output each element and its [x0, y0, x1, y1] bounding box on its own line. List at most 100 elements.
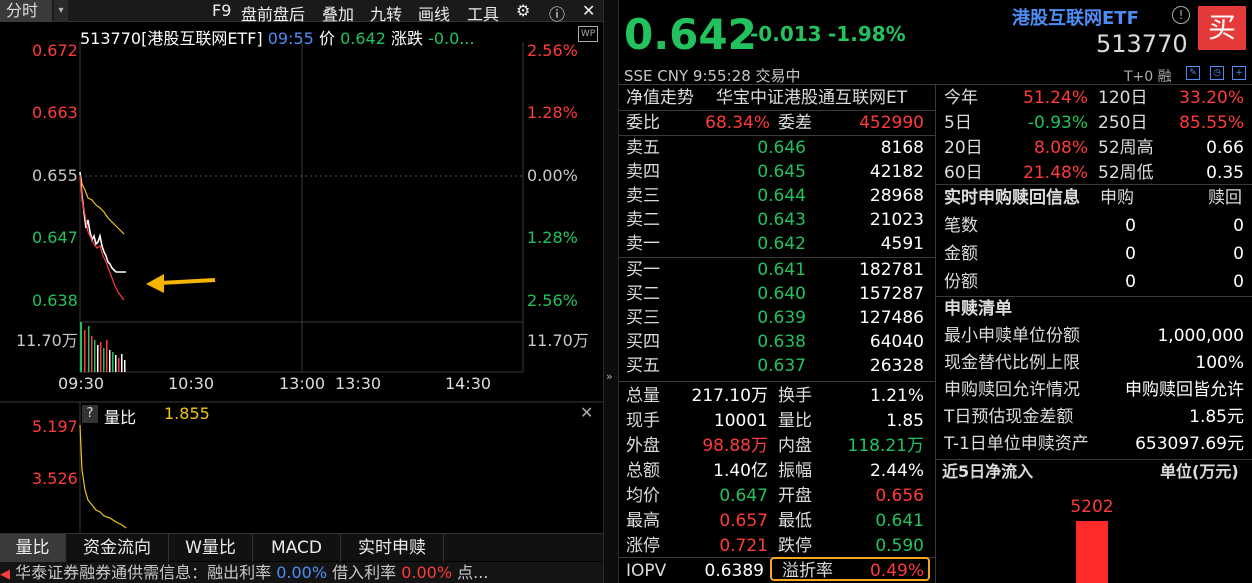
speaker-icon: ◀ [0, 567, 10, 582]
performance-row: 20日 8.08% 52周高 0.66 [944, 136, 1248, 160]
creation-list-row: T-1日单位申赎资产 653097.69元 [944, 432, 1244, 456]
perf-label: 今年 [944, 88, 978, 108]
bid-price: 0.639 [757, 308, 806, 328]
realtime-redeem: 0 [1233, 272, 1244, 292]
realtime-row: 份额 0 0 [944, 270, 1248, 294]
stat-label: 最高 [626, 511, 660, 531]
stat-label: 内盘 [778, 436, 812, 456]
bid-label: 买二 [626, 284, 660, 304]
add-icon[interactable]: + [1232, 66, 1246, 80]
ask-price: 0.645 [757, 162, 806, 182]
stat-row: 涨停 0.721 跌停 0.590 [626, 534, 926, 558]
tab-macd[interactable]: MACD [253, 534, 341, 562]
premium-highlight-box [770, 557, 930, 581]
stat-row: 均价 0.647 开盘 0.656 [626, 484, 926, 508]
realtime-row: 笔数 0 0 [944, 214, 1248, 238]
list-label: 现金替代比例上限 [944, 353, 1080, 373]
perf-label: 120日 [1098, 88, 1148, 108]
ask-volume: 8168 [880, 138, 924, 158]
perf-label: 60日 [944, 163, 983, 183]
list-value: 1,000,000 [1157, 326, 1244, 346]
stat-value: 2.44% [869, 461, 924, 481]
stat-value: 10001 [713, 411, 768, 431]
ask-row[interactable]: 卖五 0.646 8168 [626, 136, 926, 160]
intraday-chart [0, 42, 603, 533]
ask-price: 0.644 [757, 186, 806, 206]
bid-price: 0.641 [757, 260, 806, 280]
tab-realtime-creation[interactable]: 实时申赎 [341, 534, 444, 562]
creation-list-row: T日预估现金差额 1.85元 [944, 405, 1244, 429]
ask-volume: 21023 [869, 210, 924, 230]
perf-label: 20日 [944, 138, 983, 158]
ask-label: 卖四 [626, 162, 660, 182]
stat-row: 现手 10001 量比 1.85 [626, 409, 926, 433]
bid-row[interactable]: 买二 0.640 157287 [626, 282, 926, 306]
stat-value: 118.21万 [847, 436, 924, 456]
list-value: 100% [1195, 353, 1244, 373]
stat-label: 总额 [626, 461, 660, 481]
stat-label: 最低 [778, 511, 812, 531]
perf-value: 33.20% [1179, 88, 1244, 108]
stat-label: 跌停 [778, 536, 812, 556]
bid-row[interactable]: 买一 0.641 182781 [626, 258, 926, 282]
news-ticker[interactable]: ◀ 华泰证券融券通供需信息：融出利率 0.00% 借入利率 0.00% 点... [0, 562, 603, 583]
buy-button[interactable]: 买 [1198, 6, 1246, 50]
perf-value: 0.66 [1206, 138, 1244, 158]
ask-price: 0.646 [757, 138, 806, 158]
bid-volume: 26328 [869, 356, 924, 376]
stat-value: 98.88万 [702, 436, 768, 456]
stat-value: 0.657 [719, 511, 768, 531]
nav-trend-row[interactable]: 净值走势 华宝中证港股通互联网ET [626, 86, 932, 110]
list-header-row: 申赎清单 [944, 299, 1012, 319]
y-left-1: 0.663 [32, 103, 78, 122]
y-left-3: 0.647 [32, 228, 78, 247]
perf-value: 85.55% [1179, 113, 1244, 133]
inflow-bar [1076, 521, 1108, 583]
help-icon[interactable]: ? [82, 405, 98, 423]
arrow-annotation [146, 274, 216, 293]
sub-y-0: 5.197 [32, 417, 78, 436]
ask-row[interactable]: 卖三 0.644 28968 [626, 184, 926, 208]
realtime-subscribe: 0 [1125, 216, 1136, 236]
double-chevron-right-icon[interactable]: » [606, 370, 613, 383]
inflow-chart: 5202 [1070, 497, 1114, 583]
stat-label: 外盘 [626, 436, 660, 456]
ask-row[interactable]: 卖二 0.643 21023 [626, 208, 926, 232]
ask-row[interactable]: 卖四 0.645 42182 [626, 160, 926, 184]
bid-row[interactable]: 买四 0.638 64040 [626, 330, 926, 354]
bid-price: 0.637 [757, 356, 806, 376]
stat-label: 振幅 [778, 461, 812, 481]
sub-y-1: 3.526 [32, 469, 78, 488]
panel-separator[interactable]: » [603, 0, 619, 583]
bid-price: 0.638 [757, 332, 806, 352]
volume-scale-right: 11.70万 [527, 331, 589, 350]
realtime-label: 笔数 [944, 216, 978, 236]
inflow-header-row: 近5日净流入 单位(万元) [942, 462, 1239, 481]
tab-w-volume-ratio[interactable]: W量比 [169, 534, 253, 562]
bid-row[interactable]: 买五 0.637 26328 [626, 354, 926, 378]
bid-label: 买四 [626, 332, 660, 352]
ask-row[interactable]: 卖一 0.642 4591 [626, 232, 926, 256]
y-left-0: 0.672 [32, 41, 78, 60]
volume-scale-left: 11.70万 [16, 331, 78, 350]
tab-fund-flow[interactable]: 资金流向 [66, 534, 169, 562]
inflow-value-label: 5202 [1070, 497, 1113, 517]
ask-price: 0.642 [757, 234, 806, 254]
realtime-label: 金额 [944, 244, 978, 264]
info-icon[interactable]: ! [1172, 6, 1190, 24]
ask-label: 卖二 [626, 210, 660, 230]
perf-label: 52周低 [1098, 163, 1154, 183]
stat-value: 0.721 [719, 536, 768, 556]
edit-icon[interactable]: ✎ [1186, 66, 1200, 80]
x-label-0: 09:30 [58, 374, 105, 393]
ask-label: 卖五 [626, 138, 660, 158]
bid-row[interactable]: 买三 0.639 127486 [626, 306, 926, 330]
tab-volume-ratio[interactable]: 量比 [0, 534, 66, 562]
bid-volume: 127486 [859, 308, 924, 328]
ask-volume: 28968 [869, 186, 924, 206]
bid-volume: 157287 [859, 284, 924, 304]
stat-row: 总量 217.10万 换手 1.21% [626, 384, 926, 408]
close-icon[interactable]: ✕ [580, 403, 593, 422]
perf-value: 51.24% [1023, 88, 1088, 108]
alert-icon[interactable]: ◷ [1210, 66, 1224, 80]
